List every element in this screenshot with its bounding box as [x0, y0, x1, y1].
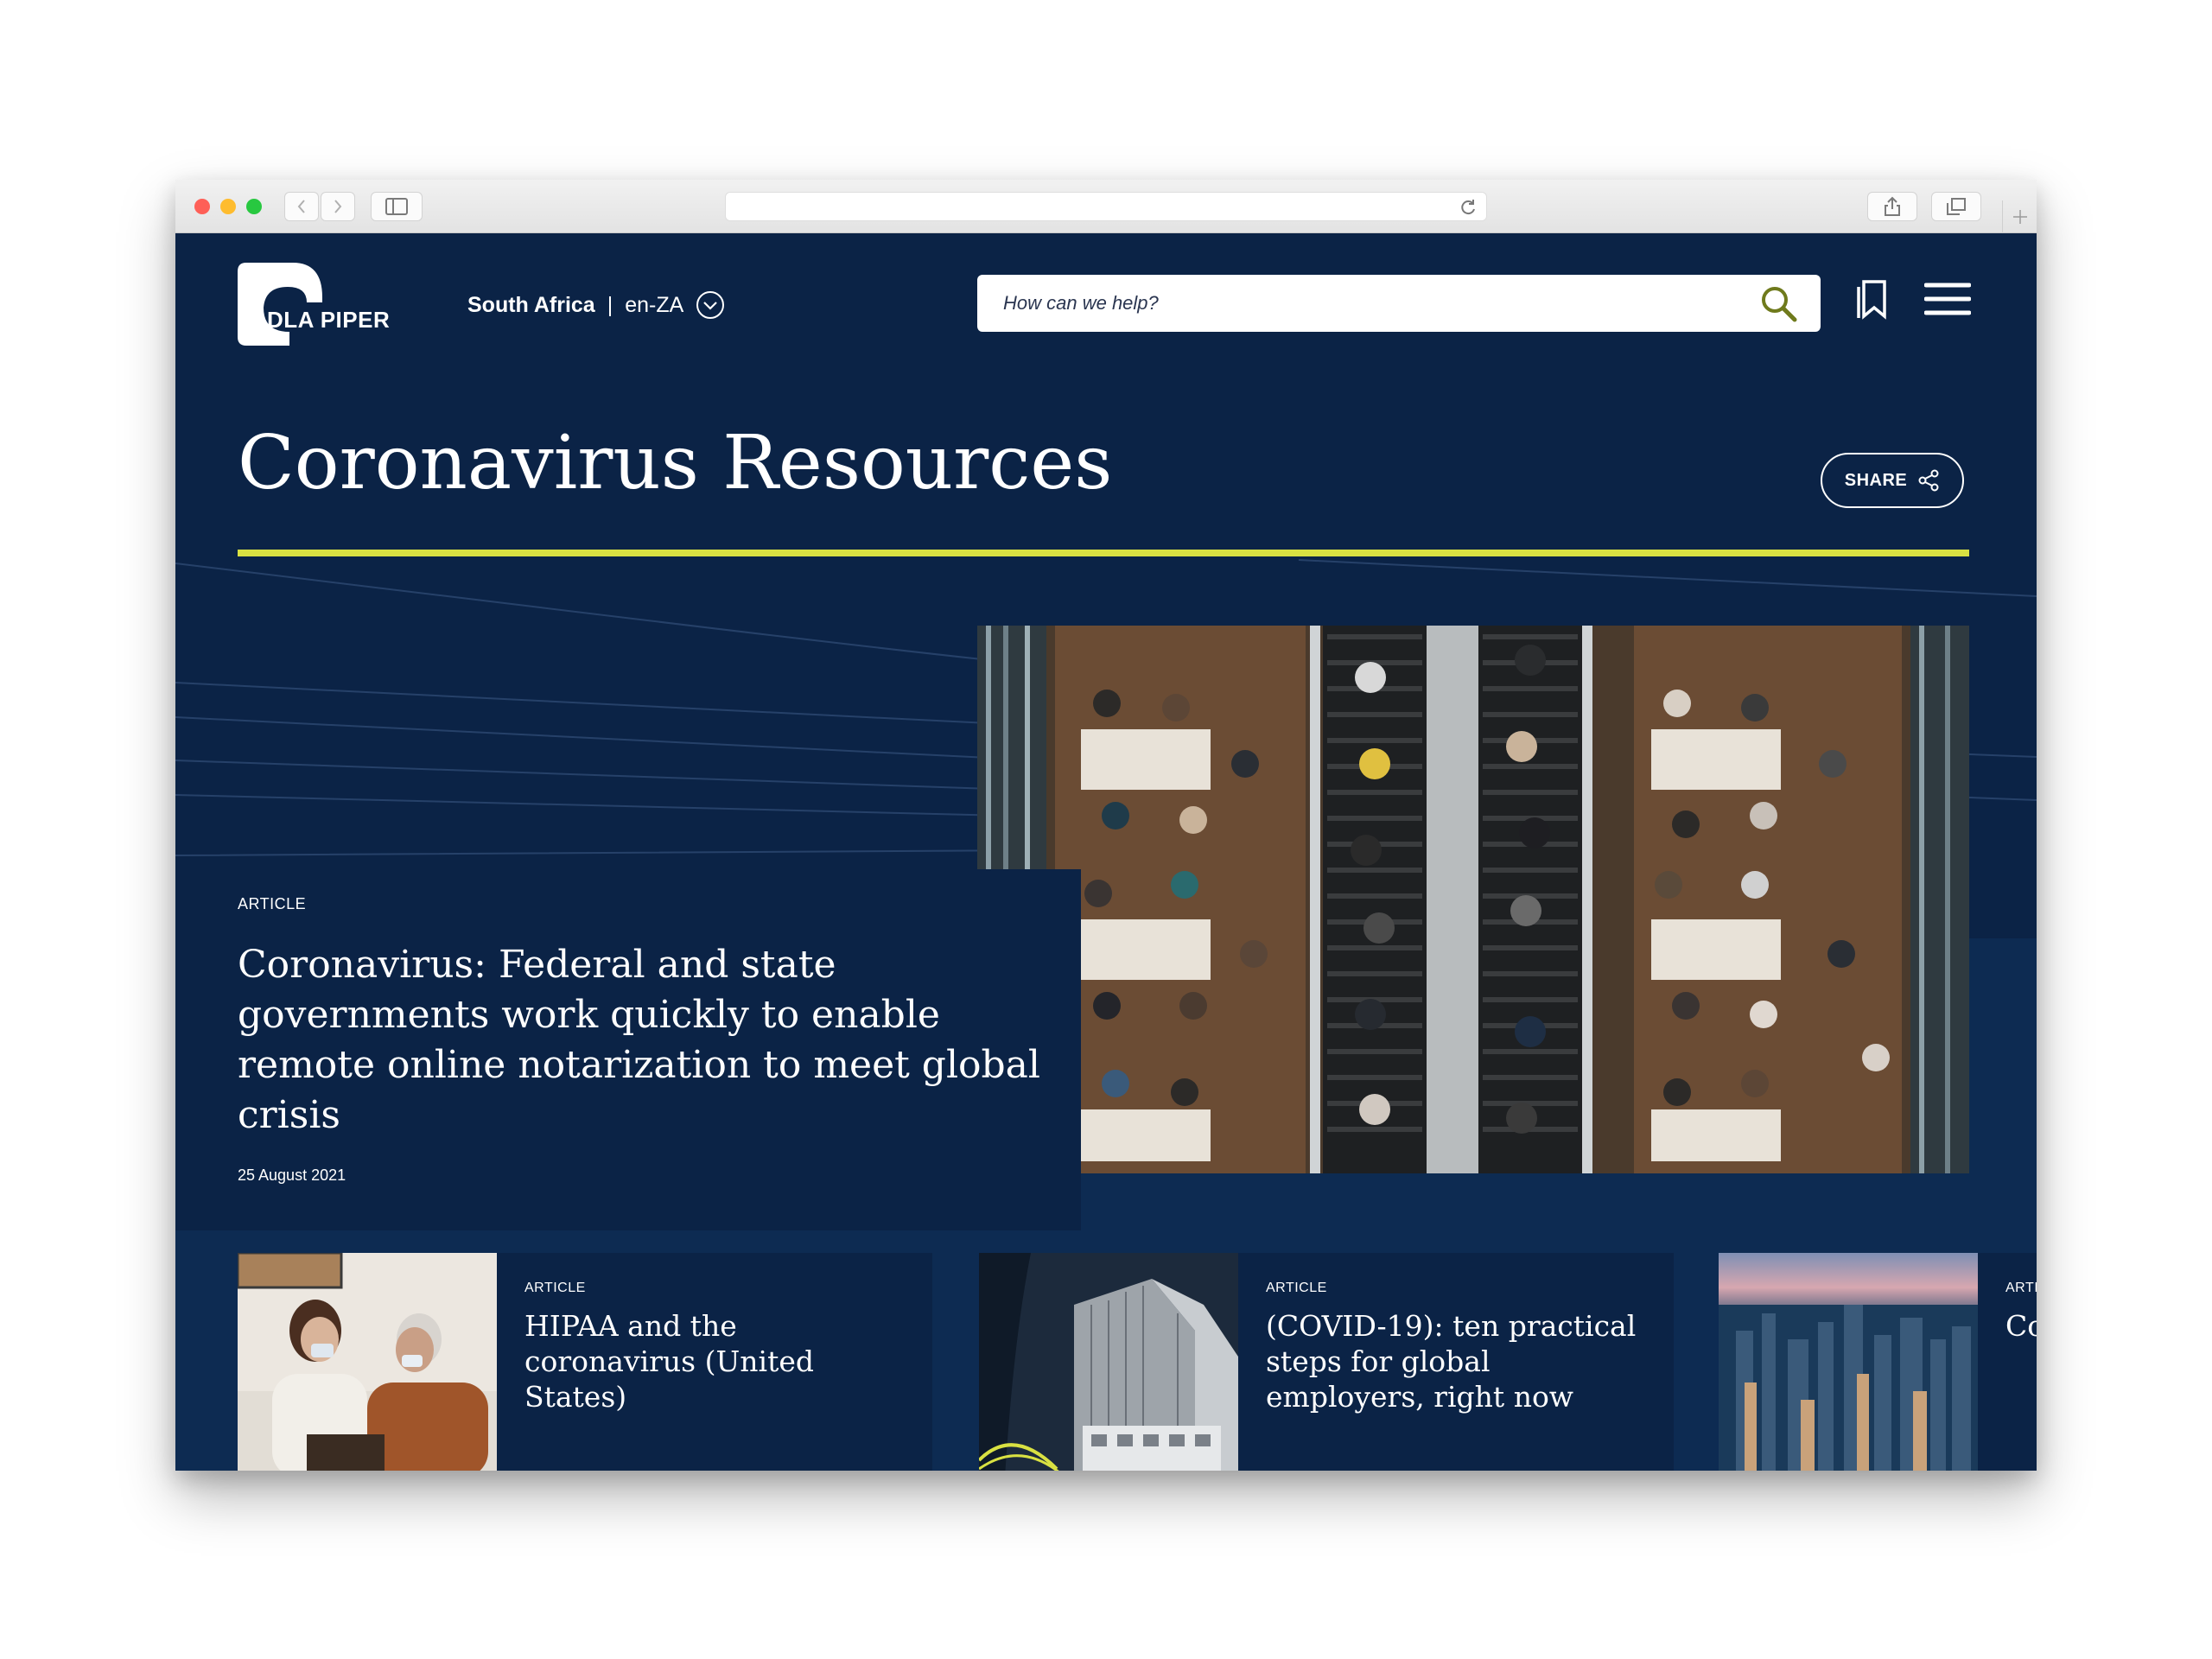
- menu-icon[interactable]: [1924, 282, 1971, 316]
- bookmark-icon[interactable]: [1855, 278, 1890, 320]
- reload-icon[interactable]: [1460, 199, 1478, 216]
- article-type: ARTICLE: [524, 1281, 586, 1295]
- escalator-crowd-photo: [977, 626, 1969, 1173]
- search-box: [977, 275, 1821, 332]
- browser-share-button[interactable]: [1867, 192, 1917, 221]
- article-type: ARTICLE: [1266, 1281, 1327, 1295]
- sidebar-icon: [385, 198, 408, 215]
- patient-consultation-photo: [238, 1253, 497, 1471]
- hero-image[interactable]: [977, 626, 1969, 1173]
- plus-icon: [2012, 210, 2027, 224]
- city-skyline-photo: [1719, 1253, 1978, 1471]
- share-icon: [1885, 196, 1900, 216]
- minimize-window-button[interactable]: [220, 199, 236, 214]
- logo-text: DLA PIPER: [267, 307, 391, 333]
- web-page: DLA PIPER South Africa | en-ZA Coronavir…: [175, 233, 2037, 1471]
- tabs-icon: [1947, 198, 1966, 215]
- search-icon[interactable]: [1760, 285, 1798, 323]
- article-thumbnail: [979, 1253, 1238, 1471]
- featured-article-date: 25 August 2021: [238, 1166, 346, 1184]
- article-card[interactable]: ARTICLE HIPAA and the coronavirus (Unite…: [238, 1253, 932, 1471]
- page-title: Coronavirus Resources: [238, 420, 1113, 506]
- share-label: SHARE: [1844, 470, 1908, 490]
- chevron-down-circle-icon[interactable]: [696, 290, 725, 320]
- chevron-left-icon: [297, 200, 305, 213]
- chevron-right-icon: [334, 200, 342, 213]
- close-window-button[interactable]: [194, 199, 210, 214]
- new-tab-button[interactable]: [2002, 200, 2037, 233]
- article-card[interactable]: ARTICLE (COVID-19): ten practical steps …: [979, 1253, 1674, 1471]
- article-title[interactable]: (COVID-19): ten practical steps for glob…: [1266, 1308, 1655, 1414]
- search-input[interactable]: [1001, 275, 1762, 332]
- tab-overview-button[interactable]: [1931, 192, 1981, 221]
- title-accent-rule: [238, 550, 1969, 556]
- maximize-window-button[interactable]: [246, 199, 262, 214]
- browser-toolbar: [175, 180, 2037, 233]
- share-button[interactable]: SHARE: [1821, 453, 1964, 508]
- office-buildings-photo: [979, 1253, 1238, 1471]
- sidebar-toggle-button[interactable]: [371, 192, 423, 221]
- browser-window: DLA PIPER South Africa | en-ZA Coronavir…: [175, 180, 2037, 1471]
- featured-article-card[interactable]: ARTICLE Coronavirus: Federal and state g…: [175, 869, 1081, 1230]
- featured-article-headline[interactable]: Coronavirus: Federal and state governmen…: [238, 940, 1041, 1141]
- article-thumbnail: [238, 1253, 497, 1471]
- featured-article-type: ARTICLE: [238, 895, 307, 912]
- article-card[interactable]: ARTI Co W: [1719, 1253, 2037, 1471]
- article-type: ARTI: [2005, 1281, 2037, 1295]
- share-nodes-icon: [1918, 469, 1939, 492]
- back-button[interactable]: [284, 192, 319, 221]
- region-language: en-ZA: [625, 292, 684, 317]
- region-separator: |: [607, 292, 613, 317]
- region-selector[interactable]: South Africa | en-ZA: [467, 290, 725, 320]
- article-title[interactable]: Co W: [2005, 1308, 2037, 1344]
- article-thumbnail: [1719, 1253, 1978, 1471]
- forward-button[interactable]: [321, 192, 355, 221]
- article-title[interactable]: HIPAA and the coronavirus (United States…: [524, 1308, 913, 1414]
- address-bar[interactable]: [725, 192, 1487, 221]
- region-country: South Africa: [467, 292, 595, 317]
- dla-piper-logo[interactable]: DLA PIPER: [238, 263, 390, 346]
